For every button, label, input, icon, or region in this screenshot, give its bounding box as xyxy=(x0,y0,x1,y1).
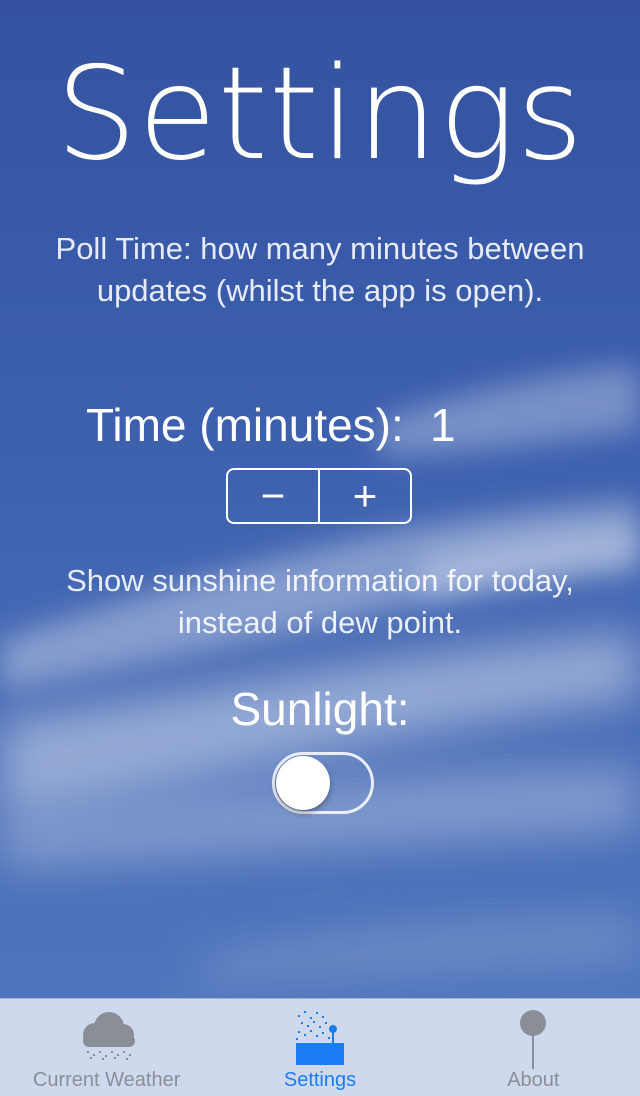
decrement-button[interactable]: − xyxy=(228,470,320,522)
time-minutes-label: Time (minutes): xyxy=(86,399,404,451)
weather-station-icon xyxy=(292,1007,348,1072)
sunlight-label: Sunlight: xyxy=(230,683,410,735)
tab-about[interactable]: About xyxy=(427,999,640,1096)
time-minutes-value: 1 xyxy=(430,399,456,451)
sunlight-toggle[interactable] xyxy=(272,752,374,814)
cloud-rain-icon xyxy=(75,1007,139,1068)
tab-bar: Current Weather Settings About xyxy=(0,998,640,1096)
increment-button[interactable]: + xyxy=(320,470,410,522)
tab-label-settings: Settings xyxy=(283,1069,357,1091)
pin-icon xyxy=(513,1007,553,1074)
poll-time-description: Poll Time: how many minutes between upda… xyxy=(55,231,585,308)
page-title: Settings xyxy=(55,40,585,189)
time-stepper[interactable]: − + xyxy=(226,468,412,524)
toggle-knob xyxy=(276,756,330,810)
tab-settings[interactable]: Settings xyxy=(213,999,426,1096)
tab-label-about: About xyxy=(507,1069,560,1091)
tab-current-weather[interactable]: Current Weather xyxy=(0,999,213,1096)
sunshine-description: Show sunshine information for today, ins… xyxy=(66,563,574,640)
tab-label-current-weather: Current Weather xyxy=(32,1069,181,1091)
